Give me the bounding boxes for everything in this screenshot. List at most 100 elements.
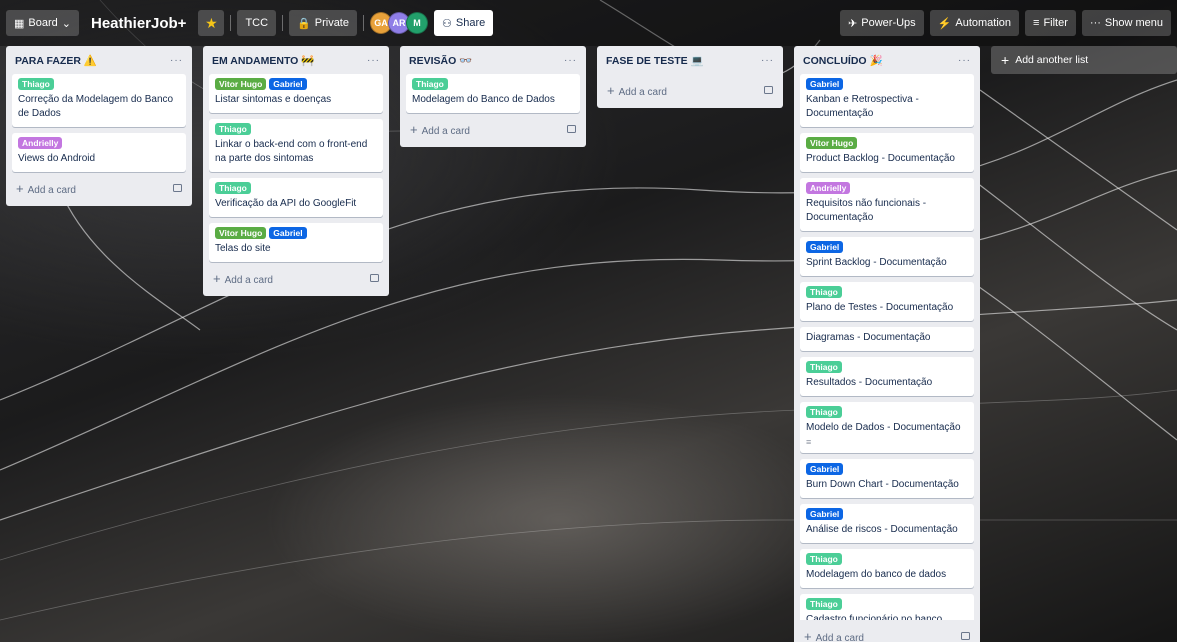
list-header[interactable]: EM ANDAMENTO 🚧 ··· [209,46,383,74]
list-title[interactable]: PARA FAZER ⚠️ [15,54,97,67]
card-template-icon[interactable] [764,86,773,94]
card-title: Cadastro funcionário no banco [806,614,943,620]
list-menu-icon[interactable]: ··· [170,55,183,66]
list: EM ANDAMENTO 🚧 ··· Vitor Hugo Gabriel Listar… [203,46,389,296]
list-title[interactable]: FASE DE TESTE 💻 [606,54,704,67]
list-header[interactable]: PARA FAZER ⚠️ ··· [12,46,186,74]
power-ups-button[interactable]: ✈ Power-Ups [840,10,924,36]
automation-label: Automation [955,17,1012,29]
card-label: Thiago [215,182,251,194]
card-labels: Vitor Hugo Gabriel [215,227,377,239]
card[interactable]: Gabriel Sprint Backlog - Documentação [800,237,974,276]
board-header: ▦ Board ⌄ HeathierJob+ ★ TCC 🔒 Private G… [0,0,1177,46]
card[interactable]: Thiago Cadastro funcionário no banco [800,594,974,620]
card[interactable]: Gabriel Análise de riscos - Documentação [800,504,974,543]
card-label: Thiago [806,361,842,373]
card[interactable]: Andrielly Views do Android [12,133,186,172]
list-header[interactable]: REVISÃO 👓 ··· [406,46,580,74]
list-header[interactable]: CONCLUÍDO 🎉 ··· [800,46,974,74]
card-list: Thiago Correção da Modelagem do Banco de … [12,74,186,172]
card-title: Requisitos não funcionais - Documentação [806,198,927,223]
visibility-button[interactable]: 🔒 Private [289,10,357,36]
card-label: Thiago [806,598,842,610]
add-user-icon: ⚇ [442,17,452,30]
workspace-button[interactable]: TCC [237,10,277,36]
board-members: GA AR M [370,12,428,34]
card-title: Resultados - Documentação [806,377,933,388]
share-label: Share [455,17,486,29]
card[interactable]: Gabriel Burn Down Chart - Documentação [800,459,974,498]
plus-icon: + [804,628,812,642]
card-label: Andrielly [18,137,63,149]
card[interactable]: Vitor Hugo Gabriel Listar sintomas e doenç… [209,74,383,113]
list-title[interactable]: EM ANDAMENTO 🚧 [212,54,314,67]
cards-container: Gabriel Kanban e Retrospectiva - Document… [800,74,974,620]
add-card-text: + Add a card [16,181,76,196]
add-card-text: + Add a card [410,122,470,137]
list-title[interactable]: REVISÃO 👓 [409,54,472,67]
avatar[interactable]: M [406,12,428,34]
add-card-button[interactable]: + Add a card [406,115,580,143]
share-button[interactable]: ⚇ Share [434,10,494,36]
list-title[interactable]: CONCLUÍDO 🎉 [803,54,883,67]
card[interactable]: Thiago Resultados - Documentação [800,357,974,396]
board-title[interactable]: HeathierJob+ [85,15,192,32]
star-button[interactable]: ★ [198,10,225,36]
card-label: Thiago [215,123,251,135]
header-right: ✈ Power-Ups ⚡ Automation ≡ Filter ··· Sh… [840,10,1171,36]
card-title: Modelagem do Banco de Dados [412,94,555,105]
list-menu-icon[interactable]: ··· [761,55,774,66]
add-card-button[interactable]: + Add a card [209,264,383,292]
card-template-icon[interactable] [567,125,576,133]
card[interactable]: Thiago Correção da Modelagem do Banco de … [12,74,186,127]
lock-icon: 🔒 [297,17,311,30]
card-title: Modelo de Dados - Documentação [806,422,961,433]
add-card-label: Add a card [815,632,864,642]
show-menu-label: Show menu [1104,17,1163,29]
list-menu-icon[interactable]: ··· [564,55,577,66]
card[interactable]: Thiago Plano de Testes - Documentação [800,282,974,321]
add-card-button[interactable]: + Add a card [603,76,777,104]
divider [230,15,232,31]
card-title: Views do Android [18,153,96,164]
card-title: Modelagem do banco de dados [806,569,947,580]
card-title: Plano de Testes - Documentação [806,302,954,313]
card-title: Product Backlog - Documentação [806,153,955,164]
board-view-switcher[interactable]: ▦ Board ⌄ [6,10,79,36]
show-menu-button[interactable]: ··· Show menu [1081,10,1171,36]
add-card-button[interactable]: + Add a card [12,174,186,202]
card-labels: Gabriel [806,508,968,520]
card[interactable]: Diagramas - Documentação [800,327,974,351]
cards-container: Thiago Modelagem do Banco de Dados [406,74,580,113]
add-card-text: + Add a card [804,629,864,642]
card-template-icon[interactable] [961,632,970,640]
add-card-button[interactable]: + Add a card [800,622,974,642]
filter-button[interactable]: ≡ Filter [1025,10,1076,36]
card[interactable]: Thiago Modelo de Dados - Documentação ≡ [800,402,974,453]
card[interactable]: Thiago Modelagem do banco de dados [800,549,974,588]
card[interactable]: Thiago Verificação da API do GoogleFit [209,178,383,217]
rocket-icon: ✈ [848,17,858,30]
card-title: Burn Down Chart - Documentação [806,479,959,490]
list-menu-icon[interactable]: ··· [367,55,380,66]
list-menu-icon[interactable]: ··· [958,55,971,66]
card-labels: Thiago [215,123,377,135]
card-label: Vitor Hugo [215,227,267,239]
card-template-icon[interactable] [370,274,379,282]
card[interactable]: Thiago Modelagem do Banco de Dados [406,74,580,113]
automation-button[interactable]: ⚡ Automation [929,10,1020,36]
card[interactable]: Vitor Hugo Gabriel Telas do site [209,223,383,262]
divider [282,15,284,31]
card-title: Correção da Modelagem do Banco de Dados [18,94,174,119]
card[interactable]: Gabriel Kanban e Retrospectiva - Document… [800,74,974,127]
list-header[interactable]: FASE DE TESTE 💻 ··· [603,46,777,74]
add-card-label: Add a card [421,125,470,137]
board-view-label: Board [28,17,58,29]
card-template-icon[interactable] [173,184,182,192]
card[interactable]: Andrielly Requisitos não funcionais - Doc… [800,178,974,231]
card[interactable]: Vitor Hugo Product Backlog - Documentação [800,133,974,172]
card-list: Thiago Modelagem do Banco de Dados [406,74,580,113]
add-list-button[interactable]: + Add another list [991,46,1177,74]
add-card-label: Add a card [27,184,76,196]
card[interactable]: Thiago Linkar o back-end com o front-end … [209,119,383,172]
